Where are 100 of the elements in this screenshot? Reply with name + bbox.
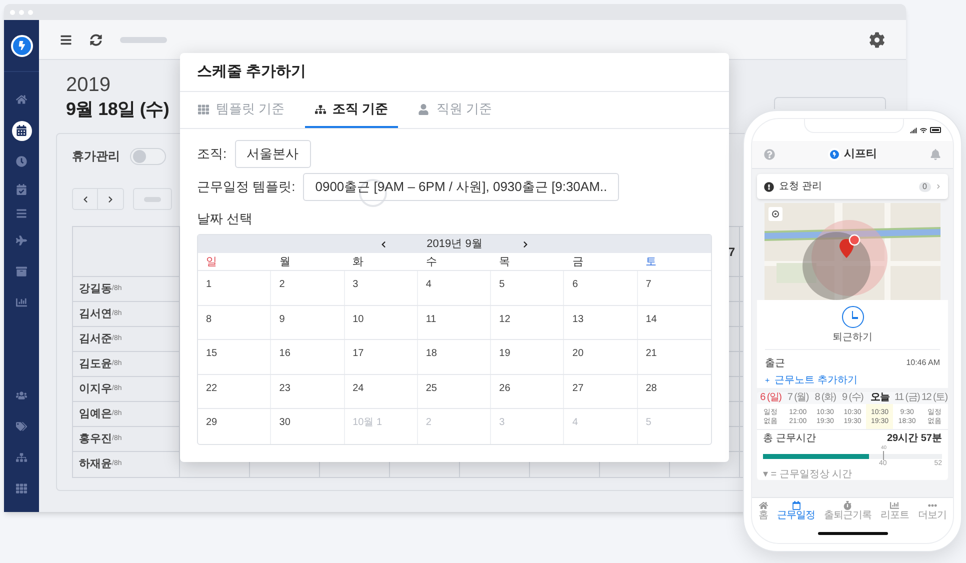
request-label: 요청 관리 — [779, 180, 823, 194]
week-day-label: 6 (일) — [759, 392, 782, 404]
signal-icon — [910, 126, 917, 134]
calendar-day[interactable]: 20 — [564, 340, 638, 374]
menu-icon[interactable] — [60, 34, 72, 46]
user-icon — [418, 104, 430, 114]
week-day-label: 7 (월) — [786, 392, 810, 404]
calendar-day[interactable]: 22 — [198, 374, 272, 408]
calendar-day[interactable]: 1 — [198, 271, 272, 304]
phone-tab[interactable]: 근무일정 — [777, 501, 815, 521]
logo-icon — [10, 34, 32, 56]
legend-text: ▾ = 근무일정상 시간 — [762, 469, 854, 480]
add-note-link[interactable]: + 근무노트 추가하기 — [765, 373, 940, 388]
tags-icon — [16, 421, 27, 432]
clock-out-label: 퇴근하기 — [832, 331, 872, 345]
calendar-day[interactable]: 10 — [344, 306, 418, 339]
logo-icon — [828, 148, 841, 161]
clock-icon[interactable] — [842, 306, 864, 328]
organization-label: 조직: — [197, 145, 227, 164]
app-name: 시프티 — [844, 147, 877, 162]
home-icon — [758, 501, 768, 510]
dialog-title: 스케줄 추가하기 — [197, 62, 306, 82]
date-select-label: 날짜 선택 — [197, 211, 254, 227]
week-day-label: 오늘 — [870, 392, 890, 404]
calendar-day[interactable]: 2 — [271, 271, 345, 304]
calendar-day[interactable]: 25 — [418, 374, 492, 408]
calendar-day[interactable]: 23 — [271, 374, 345, 408]
calendar-day[interactable]: 24 — [344, 374, 418, 408]
template-field[interactable]: 0900출근 [9AM – 6PM / 사원], 0930출근 [9:30AM.. — [303, 173, 620, 201]
calendar-day[interactable]: 11 — [418, 306, 492, 339]
home-icon — [16, 94, 27, 105]
refresh-icon[interactable] — [90, 34, 102, 46]
year-text: 2019 — [66, 73, 110, 97]
weekday-header: 일 — [205, 255, 218, 270]
bar-chart-icon — [16, 297, 27, 308]
calendar-day[interactable]: 6 — [564, 271, 638, 304]
calendar-day[interactable]: 12 — [491, 306, 564, 339]
grid-icon — [198, 104, 209, 114]
total-hours-label: 총 근무시간 — [763, 432, 816, 446]
week-day-label: 12 (토) — [920, 392, 948, 404]
total-hours-value: 29시간 57분 — [886, 432, 942, 446]
alert-icon — [764, 182, 774, 192]
settings-icon[interactable] — [869, 32, 885, 48]
weekday-header: 월 — [278, 255, 292, 270]
battery-icon — [930, 127, 941, 133]
list-icon — [16, 208, 27, 218]
check-in-label: 출근 — [765, 356, 785, 370]
marker-line — [883, 451, 884, 460]
dialog-tab[interactable]: 조직 기준 — [304, 92, 398, 128]
week-day-label: 9 (수) — [840, 392, 864, 404]
sitemap-icon — [314, 104, 326, 114]
grid-icon — [16, 483, 27, 494]
weekday-header: 수 — [424, 255, 438, 270]
calendar-day[interactable]: 27 — [564, 374, 638, 408]
calendar-day[interactable]: 9 — [271, 306, 345, 339]
calendar-month: 2019년 9월 — [426, 236, 482, 252]
organization-field[interactable]: 서울본사 — [234, 140, 311, 168]
users-icon — [16, 390, 27, 401]
weekday-header: 목 — [498, 255, 512, 270]
calendar-day[interactable]: 16 — [271, 340, 345, 374]
calendar-day[interactable]: 30 — [271, 409, 345, 444]
chevron-left-icon[interactable] — [380, 240, 387, 248]
calendar-check-icon — [16, 184, 27, 194]
calendar-day[interactable]: 15 — [198, 340, 272, 374]
table-header-cell-text: 7 — [728, 244, 735, 260]
calendar-day[interactable]: 4 — [418, 271, 492, 304]
title-placeholder-bar — [120, 36, 167, 42]
calendar-day[interactable]: 28 — [638, 374, 711, 408]
clock-icon — [16, 156, 27, 167]
calendar-day[interactable]: 5 — [491, 271, 564, 304]
chevron-left-icon — [82, 196, 88, 202]
plane-icon — [16, 235, 27, 246]
week-day-label: 11 (금) — [894, 392, 921, 404]
chevron-right-icon[interactable] — [522, 240, 530, 248]
calendar-icon — [792, 501, 800, 510]
help-icon[interactable] — [764, 149, 775, 160]
calendar-day[interactable]: 21 — [638, 340, 711, 374]
request-card[interactable]: 요청 관리 0 — [757, 174, 948, 199]
wifi-icon — [920, 126, 927, 134]
archive-icon — [16, 266, 27, 277]
chevron-right-icon — [107, 196, 114, 202]
check-in-time: 10:46 AM — [906, 357, 940, 369]
calendar-day[interactable]: 13 — [564, 306, 638, 339]
chevron-right-icon — [936, 184, 941, 189]
calendar-day[interactable]: 14 — [638, 306, 711, 339]
notification-icon[interactable] — [930, 149, 941, 160]
week-day-label: 8 (화) — [814, 392, 837, 404]
request-count: 0 — [918, 182, 931, 192]
calendar-day[interactable]: 3 — [344, 271, 418, 304]
calendar-icon — [16, 125, 27, 136]
calendar-day[interactable]: 17 — [344, 340, 418, 374]
calendar-day[interactable]: 26 — [491, 374, 564, 408]
calendar-day[interactable]: 19 — [491, 340, 564, 374]
weekday-header: 금 — [571, 255, 584, 270]
calendar-day[interactable]: 29 — [198, 409, 272, 444]
bar-chart-icon — [890, 501, 900, 510]
calendar-day[interactable]: 18 — [418, 340, 492, 374]
leave-toggle[interactable] — [130, 148, 166, 164]
calendar-day[interactable]: 8 — [198, 306, 272, 339]
calendar-day[interactable]: 7 — [638, 271, 711, 304]
